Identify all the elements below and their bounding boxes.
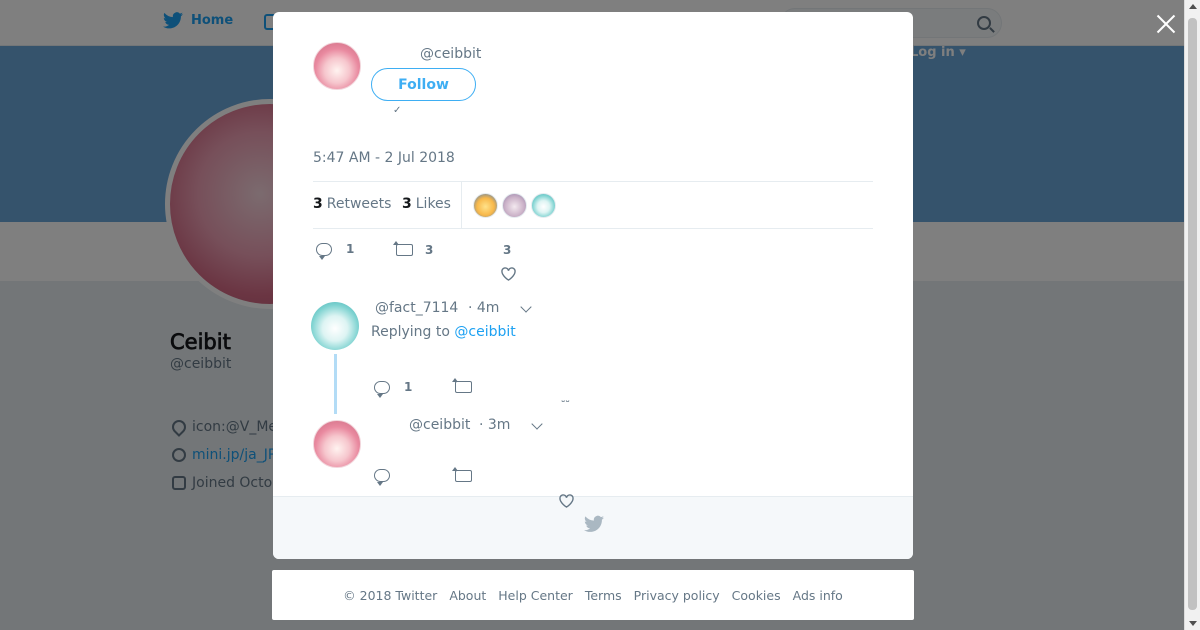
reply-time[interactable]: · 3m (479, 417, 510, 433)
reply-button[interactable]: 1 (316, 242, 355, 260)
retweet-icon (452, 467, 472, 482)
heart-icon[interactable] (501, 267, 516, 281)
reply-author-handle[interactable]: @fact_7114 (375, 300, 458, 316)
chevron-down-icon[interactable] (520, 301, 532, 313)
footer-link-terms[interactable]: Terms (585, 588, 622, 603)
likes-stat[interactable]: 3 Likes (402, 196, 451, 212)
follow-button[interactable]: Follow (371, 68, 476, 101)
reply-count: 1 (346, 242, 355, 256)
likes-count: 3 (402, 196, 412, 212)
reply-time[interactable]: · 4m (468, 300, 499, 316)
replying-prefix: Replying to (371, 324, 450, 340)
tweet-stats: 3 Retweets 3 Likes (313, 181, 873, 229)
liker-avatar[interactable] (473, 193, 498, 218)
footer-link-help-center[interactable]: Help Center (498, 588, 573, 603)
footer-link-ads-info[interactable]: Ads info (793, 588, 843, 603)
scroll-up-arrow[interactable] (1189, 4, 1197, 9)
reply-icon (374, 380, 390, 398)
scroll-down-arrow[interactable] (1189, 621, 1197, 626)
reply-author-avatar[interactable] (311, 302, 359, 350)
liker-avatar[interactable] (502, 193, 527, 218)
retweet-count: 3 (425, 243, 434, 257)
retweet-button[interactable] (452, 467, 472, 482)
thread-connector (334, 354, 337, 414)
chevron-down-icon[interactable]: ✓ (393, 105, 401, 116)
twitter-bird-icon (584, 515, 604, 532)
tweet-author-handle[interactable]: @ceibbit (420, 46, 481, 62)
modal-footer (273, 496, 913, 559)
reply-button[interactable]: 1 (374, 380, 413, 398)
scrollbar[interactable] (1184, 0, 1200, 630)
heart-icon[interactable] (559, 493, 574, 508)
retweet-icon (452, 378, 472, 393)
retweet-icon (393, 241, 413, 256)
retweet-button[interactable]: 3 (393, 241, 434, 257)
reply-button[interactable] (374, 469, 390, 486)
scroll-thumb[interactable] (1188, 18, 1197, 610)
retweets-stat[interactable]: 3 Retweets (313, 196, 391, 212)
retweet-button[interactable] (452, 378, 472, 393)
footer-copyright: © 2018 Twitter (343, 587, 438, 603)
heart-icon[interactable]: ᵕᵕ (561, 398, 570, 408)
replying-to-link[interactable]: @ceibbit (454, 324, 515, 340)
reply-author-avatar[interactable] (313, 420, 361, 468)
reply-author-handle[interactable]: @ceibbit (409, 417, 470, 433)
retweets-count: 3 (313, 196, 323, 212)
reply-count: 1 (404, 380, 413, 394)
retweets-label: Retweets (326, 196, 392, 212)
close-icon[interactable] (1154, 12, 1178, 36)
tweet-author-avatar[interactable] (313, 42, 361, 90)
chevron-down-icon[interactable] (531, 418, 543, 430)
tweet-modal: @ceibbit Follow ✓ 5:47 AM - 2 Jul 2018 3… (273, 12, 913, 559)
footer-link-privacy[interactable]: Privacy policy (634, 588, 720, 603)
footer-link-cookies[interactable]: Cookies (732, 588, 781, 603)
reply-icon (374, 469, 390, 486)
stats-divider (461, 182, 462, 229)
likes-label: Likes (415, 196, 451, 212)
liker-avatar[interactable] (531, 193, 556, 218)
site-footer: © 2018 Twitter About Help Center Terms P… (272, 570, 914, 620)
tweet-timestamp[interactable]: 5:47 AM - 2 Jul 2018 (313, 150, 455, 166)
reply-icon (316, 242, 332, 260)
replying-to: Replying to @ceibbit (371, 324, 516, 340)
like-count: 3 (503, 243, 512, 257)
footer-link-about[interactable]: About (449, 588, 486, 603)
